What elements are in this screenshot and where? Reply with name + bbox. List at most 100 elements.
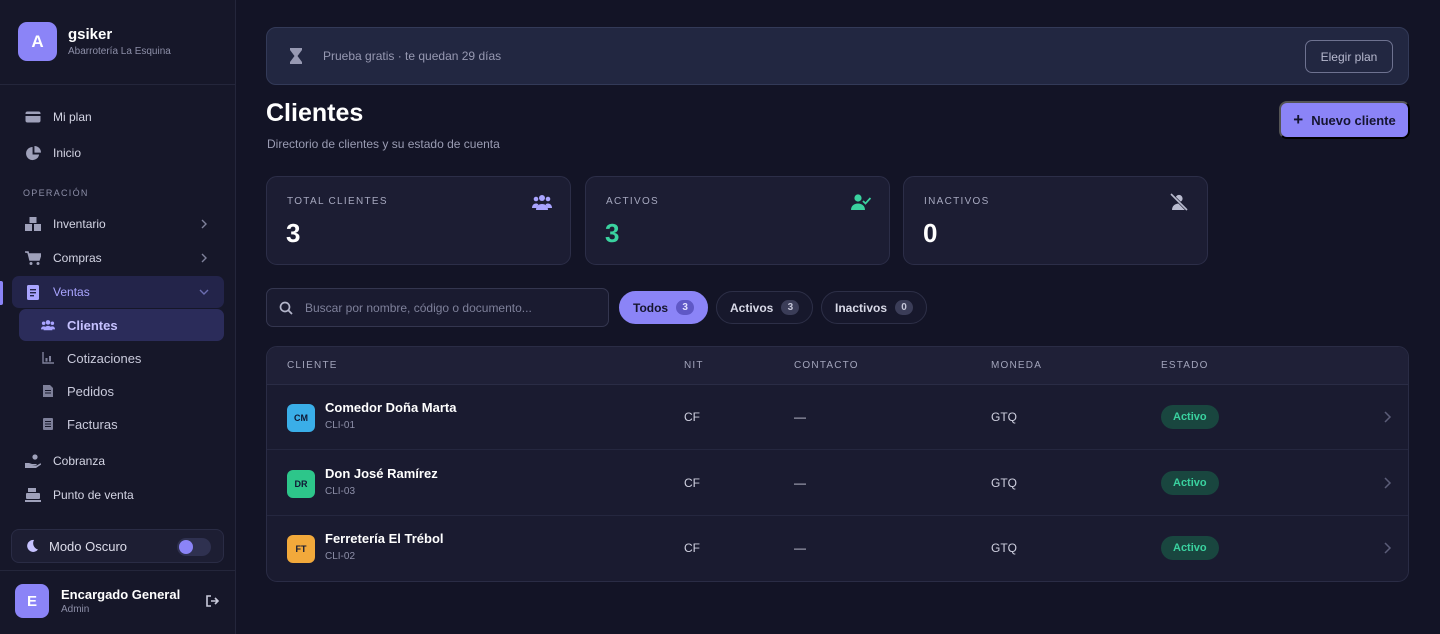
stat-card-inactive: INACTIVOS 0 bbox=[903, 176, 1208, 265]
new-client-button[interactable]: + Nuevo cliente bbox=[1279, 101, 1410, 139]
chevron-right-icon[interactable] bbox=[1382, 476, 1392, 489]
search-icon bbox=[279, 301, 293, 315]
document-icon bbox=[41, 384, 55, 398]
client-avatar: CM bbox=[287, 404, 315, 432]
filter-label: Activos bbox=[730, 300, 774, 315]
sidebar-item-label: Clientes bbox=[67, 317, 118, 333]
search-input[interactable] bbox=[305, 300, 595, 315]
client-currency: GTQ bbox=[991, 541, 1017, 555]
brand-name: gsiker bbox=[68, 26, 113, 43]
dark-mode-toggle[interactable]: Modo Oscuro bbox=[11, 529, 224, 563]
stat-value: 3 bbox=[286, 218, 301, 248]
receipt-icon bbox=[24, 283, 42, 301]
user-avatar: E bbox=[15, 584, 49, 618]
users-icon bbox=[532, 195, 552, 210]
dark-mode-label: Modo Oscuro bbox=[49, 538, 128, 554]
new-client-label: Nuevo cliente bbox=[1311, 112, 1396, 128]
filter-label: Inactivos bbox=[835, 300, 888, 315]
sidebar-item-label: Mi plan bbox=[53, 110, 92, 124]
boxes-icon bbox=[24, 215, 42, 233]
dark-mode-switch[interactable] bbox=[177, 538, 211, 556]
trial-banner: Prueba gratis · te quedan 29 días Elegir… bbox=[266, 27, 1409, 85]
client-name: Don José Ramírez bbox=[325, 465, 438, 481]
table-row[interactable]: FT Ferretería El Trébol CLI-02 CF — GTQ Activo bbox=[267, 516, 1408, 581]
client-contact: — bbox=[794, 541, 806, 555]
filter-label: Todos bbox=[633, 300, 669, 315]
filter-count: 3 bbox=[781, 300, 800, 315]
clients-table: CLIENTE NIT CONTACTO MONEDA ESTADO CM Com… bbox=[266, 346, 1409, 582]
stat-label: INACTIVOS bbox=[924, 196, 990, 207]
moon-icon bbox=[27, 539, 38, 552]
card-icon bbox=[24, 108, 42, 126]
sidebar-item-inventario[interactable]: Inventario bbox=[12, 208, 224, 240]
column-header-contacto: CONTACTO bbox=[794, 360, 859, 371]
sidebar: A gsiker Abarrotería La Esquina Mi plan … bbox=[0, 0, 236, 634]
sidebar-subitem-facturas[interactable]: Facturas bbox=[19, 408, 224, 440]
pie-icon bbox=[24, 144, 42, 162]
trial-text: Prueba gratis · te quedan 29 días bbox=[323, 49, 502, 63]
brand[interactable]: A gsiker Abarrotería La Esquina bbox=[18, 22, 171, 61]
status-badge: Activo bbox=[1161, 470, 1219, 495]
sidebar-item-punto-de-venta[interactable]: Punto de venta bbox=[12, 479, 224, 511]
sidebar-item-inicio[interactable]: Inicio bbox=[12, 137, 224, 169]
brand-subtitle: Abarrotería La Esquina bbox=[68, 46, 171, 57]
client-contact: — bbox=[794, 410, 806, 424]
filter-todos[interactable]: Todos 3 bbox=[619, 291, 709, 324]
sidebar-item-compras[interactable]: Compras bbox=[12, 242, 224, 274]
client-code: CLI-02 bbox=[325, 551, 356, 562]
logout-icon[interactable] bbox=[205, 594, 219, 608]
sidebar-item-cobranza[interactable]: Cobranza bbox=[12, 445, 224, 477]
table-row[interactable]: CM Comedor Doña Marta CLI-01 CF — GTQ Activo bbox=[267, 385, 1408, 450]
sidebar-item-label: Compras bbox=[53, 251, 102, 265]
table-header: CLIENTE NIT CONTACTO MONEDA ESTADO bbox=[267, 347, 1408, 385]
users-icon bbox=[41, 318, 55, 332]
sidebar-subitem-cotizaciones[interactable]: Cotizaciones bbox=[19, 342, 224, 374]
client-nit: CF bbox=[684, 410, 700, 424]
stat-value: 3 bbox=[605, 218, 620, 248]
stat-label: TOTAL CLIENTES bbox=[287, 196, 388, 207]
sidebar-item-label: Cotizaciones bbox=[67, 350, 142, 366]
sidebar-item-mi-plan[interactable]: Mi plan bbox=[12, 101, 224, 133]
sidebar-subitem-clientes[interactable]: Clientes bbox=[19, 309, 224, 341]
sidebar-item-label: Inicio bbox=[53, 146, 82, 160]
chart-icon bbox=[41, 351, 55, 365]
client-avatar: FT bbox=[287, 535, 315, 563]
client-code: CLI-03 bbox=[325, 485, 356, 497]
sidebar-item-label: Ventas bbox=[53, 285, 90, 299]
client-nit: CF bbox=[684, 541, 700, 555]
sidebar-item-ventas[interactable]: Ventas bbox=[12, 276, 224, 308]
chevron-right-icon[interactable] bbox=[1382, 542, 1392, 554]
client-avatar: DR bbox=[287, 469, 315, 498]
register-icon bbox=[24, 486, 42, 504]
active-indicator bbox=[0, 281, 3, 305]
user-role: Admin bbox=[61, 604, 90, 615]
filter-activos[interactable]: Activos 3 bbox=[716, 291, 814, 324]
filter-inactivos[interactable]: Inactivos 0 bbox=[821, 291, 928, 324]
cart-icon bbox=[24, 249, 42, 267]
choose-plan-button[interactable]: Elegir plan bbox=[1305, 40, 1393, 73]
sidebar-item-label: Punto de venta bbox=[53, 488, 134, 502]
sidebar-divider bbox=[0, 570, 236, 571]
sidebar-item-label: Pedidos bbox=[67, 383, 114, 399]
table-row[interactable]: DR Don José Ramírez CLI-03 CF — GTQ Activo bbox=[267, 451, 1408, 516]
sidebar-item-label: Cobranza bbox=[53, 454, 106, 468]
page-title: Clientes bbox=[266, 99, 364, 127]
client-name: Ferretería El Trébol bbox=[325, 531, 444, 546]
sidebar-item-label: Facturas bbox=[67, 416, 118, 432]
stat-card-total: TOTAL CLIENTES 3 bbox=[266, 176, 571, 265]
chevron-right-icon[interactable] bbox=[1382, 411, 1392, 423]
client-contact: — bbox=[794, 475, 806, 490]
client-currency: GTQ bbox=[991, 475, 1017, 490]
status-badge: Activo bbox=[1161, 405, 1219, 429]
sidebar-subitem-pedidos[interactable]: Pedidos bbox=[19, 375, 224, 407]
sidebar-divider bbox=[0, 84, 236, 85]
column-header-cliente: CLIENTE bbox=[287, 360, 338, 371]
chevron-right-icon bbox=[201, 253, 207, 263]
search-box bbox=[266, 288, 609, 327]
page-subtitle: Directorio de clientes y su estado de cu… bbox=[267, 137, 500, 151]
user-profile[interactable]: E Encargado General Admin bbox=[15, 584, 221, 618]
hand-coins-icon bbox=[24, 452, 42, 470]
user-name: Encargado General bbox=[61, 587, 181, 602]
column-header-nit: NIT bbox=[684, 360, 704, 371]
stat-value: 0 bbox=[923, 218, 938, 248]
